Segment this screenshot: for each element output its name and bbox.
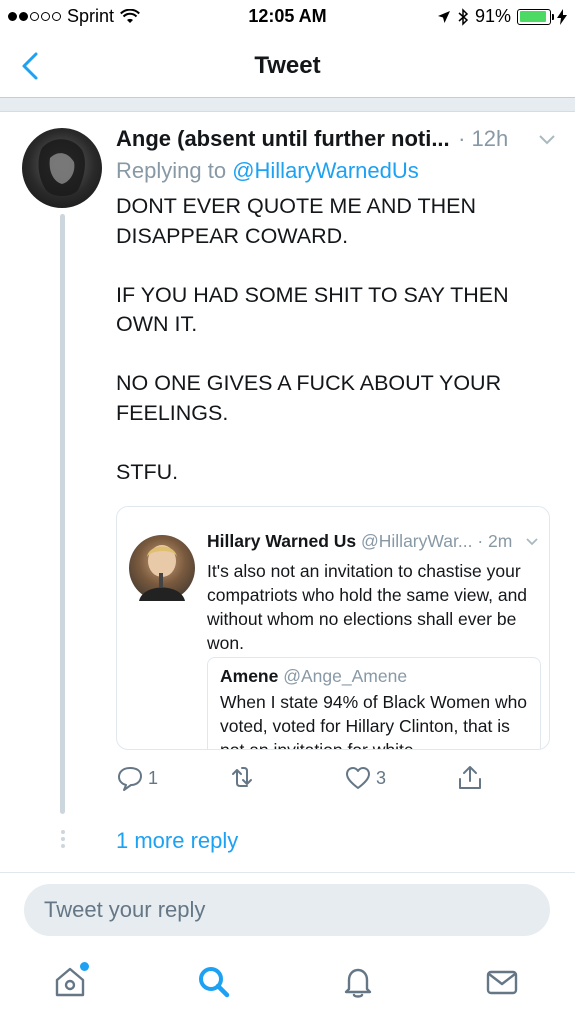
tab-bar [0,950,575,1024]
tweet-paragraph: DONT EVER QUOTE ME AND THEN DISAPPEAR CO… [116,194,476,248]
nested-tweet-text: When I state 94% of Black Women who vote… [220,692,528,750]
replying-prefix: Replying to [116,158,233,183]
author-avatar[interactable] [22,128,102,208]
tweet-options-caret-icon[interactable] [538,134,556,146]
reply-button[interactable]: 1 [116,764,158,792]
quoted-caret-icon [526,538,538,546]
nested-quoted-tweet: Amene @Ange_Amene When I state 94% of Bl… [207,657,541,750]
nested-tweet-header: Amene @Ange_Amene [220,666,407,687]
more-replies-dots [60,830,66,851]
thread-line [60,214,65,814]
more-reply-link[interactable]: 1 more reply [116,828,238,854]
replying-handle-link[interactable]: @HillaryWarnedUs [232,158,419,183]
quoted-author-avatar [129,535,195,601]
battery-icon [517,8,554,25]
like-count: 3 [376,767,387,788]
quoted-author-name: Hillary Warned Us [207,531,357,551]
tab-search[interactable] [196,964,236,1004]
bluetooth-icon [458,7,469,26]
status-right: 91% [437,6,567,27]
reply-divider [0,872,575,873]
header-separator [0,98,575,112]
avatar-image [38,139,85,196]
messages-icon [486,970,518,995]
reply-count: 1 [148,767,159,788]
navigation-bar: Tweet [0,34,575,98]
retweet-button[interactable] [228,764,260,792]
nested-author-name: Amene [220,666,279,686]
tab-messages[interactable] [484,964,524,1004]
tweet-text: DONT EVER QUOTE ME AND THEN DISAPPEAR CO… [116,192,556,517]
reply-box [24,884,550,936]
battery-percent: 91% [474,6,511,26]
quoted-author-handle: @HillaryWar... [361,531,473,551]
home-new-content-dot [80,962,89,971]
quoted-tweet-card[interactable]: Hillary Warned Us @HillaryWar... · 2m It… [116,506,550,750]
search-icon [199,967,230,998]
author-name[interactable]: Ange (absent until further noti... [116,126,450,152]
heart-icon [346,767,370,789]
notifications-icon [344,968,372,998]
reply-icon [118,767,142,791]
reply-input[interactable] [24,884,550,936]
retweet-icon [232,767,252,787]
quoted-timestamp: · 2m [477,531,513,551]
tweet-actions: 1 3 [116,764,556,798]
page-title: Tweet [254,52,321,79]
tweet-paragraph: STFU. [116,459,179,484]
charging-bolt-icon [557,8,567,25]
tweet-header: Ange (absent until further noti... · 12h [116,126,556,156]
quoted-tweet-text: It's also not an invitation to chastise … [207,561,528,653]
replying-to: Replying to @HillaryWarnedUs [116,158,419,184]
nested-author-handle: @Ange_Amene [283,666,408,686]
like-button[interactable]: 3 [344,764,386,792]
status-bar: Sprint 12:05 AM 91% [0,0,575,34]
tweet-paragraph: IF YOU HAD SOME SHIT TO SAY THEN OWN IT. [116,282,509,337]
tab-notifications[interactable] [340,964,380,1004]
quoted-tweet-header: Hillary Warned Us @HillaryWar... · 2m [207,531,541,552]
share-button[interactable] [456,764,484,792]
tweet-timestamp: · 12h [458,126,509,151]
location-arrow-icon [437,10,450,23]
share-icon [459,766,481,789]
tweet-paragraph: NO ONE GIVES A FUCK ABOUT YOUR FEELINGS. [116,371,502,425]
